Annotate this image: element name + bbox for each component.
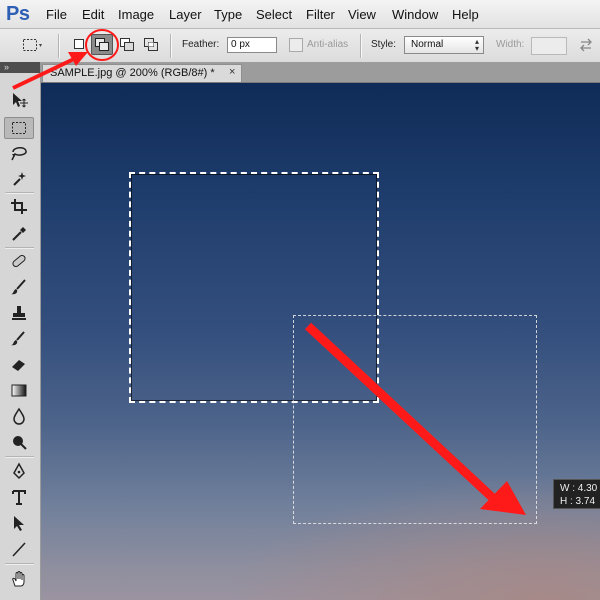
- type-tool[interactable]: [4, 486, 34, 508]
- new-selection-icon[interactable]: [72, 37, 86, 56]
- lasso-tool-icon: [11, 147, 27, 161]
- intersect-selection-icon[interactable]: [142, 36, 160, 57]
- document-tab-bar: SAMPLE.jpg @ 200% (RGB/8#) * ×: [40, 62, 600, 83]
- brush-tool[interactable]: [4, 276, 34, 298]
- separator: [170, 34, 172, 58]
- brush-icon: [11, 279, 26, 295]
- crop-tool[interactable]: [4, 195, 34, 217]
- toolbar-separator: [5, 563, 34, 565]
- blur-tool[interactable]: [4, 405, 34, 427]
- dimension-height: H : 3.74: [560, 496, 596, 507]
- line-tool[interactable]: [4, 538, 34, 560]
- eyedropper-icon: [12, 227, 26, 241]
- eraser-icon: [12, 360, 25, 371]
- menu-help[interactable]: Help: [452, 7, 479, 22]
- select-arrows-icon: ▴ ▾: [474, 37, 479, 53]
- move-tool-icon: [13, 93, 28, 108]
- antialias-checkbox[interactable]: [289, 38, 303, 52]
- style-select[interactable]: Normal ▴ ▾: [404, 36, 484, 54]
- menu-image[interactable]: Image: [118, 7, 154, 22]
- antialias-label: Anti-alias: [307, 39, 349, 50]
- eraser-tool[interactable]: [4, 353, 34, 375]
- close-tab-icon[interactable]: ×: [229, 66, 235, 78]
- tools-panel: »: [0, 62, 41, 600]
- tools-panel-collapse[interactable]: »: [0, 62, 40, 73]
- menu-select[interactable]: Select: [256, 7, 292, 22]
- style-label: Style:: [371, 39, 397, 50]
- lasso-tool[interactable]: [4, 142, 34, 164]
- pen-icon: [13, 462, 25, 480]
- photoshop-logo: Ps: [6, 3, 30, 25]
- width-input[interactable]: [531, 37, 567, 55]
- menu-type[interactable]: Type: [214, 7, 242, 22]
- separator: [58, 34, 60, 58]
- quick-select-icon: [13, 172, 26, 186]
- history-brush-icon: [11, 331, 25, 346]
- gradient-icon: [11, 384, 27, 397]
- add-to-selection-icon[interactable]: [91, 34, 113, 55]
- history-brush-tool[interactable]: [4, 327, 34, 349]
- clone-stamp-tool[interactable]: [4, 302, 34, 324]
- healing-brush-icon: [12, 254, 26, 268]
- stamp-icon: [12, 306, 26, 320]
- swap-icon[interactable]: [578, 37, 594, 58]
- feather-input[interactable]: 0 px: [227, 37, 277, 53]
- subtract-selection-icon[interactable]: [118, 36, 136, 57]
- dimension-readout: W : 4.30 H : 3.74: [553, 479, 600, 509]
- dodge-tool[interactable]: [4, 431, 34, 453]
- rectangular-marquee-tool[interactable]: [4, 117, 34, 139]
- move-tool[interactable]: [4, 89, 34, 111]
- marquee-tool-icon: [12, 122, 26, 134]
- gradient-tool[interactable]: [4, 379, 34, 401]
- toolbar-separator: [5, 456, 34, 458]
- new-selection-preview: [293, 315, 537, 524]
- line-icon: [12, 542, 26, 557]
- crop-tool-icon: [11, 199, 27, 214]
- path-selection-tool[interactable]: [4, 512, 34, 534]
- hand-icon: [12, 571, 25, 587]
- menu-file[interactable]: File: [46, 7, 67, 22]
- pen-tool[interactable]: [4, 460, 34, 482]
- menu-view[interactable]: View: [348, 7, 376, 22]
- toolbar-separator: [5, 192, 34, 194]
- separator: [360, 34, 362, 58]
- path-select-icon: [14, 516, 24, 531]
- quick-selection-tool[interactable]: [4, 168, 34, 190]
- healing-brush-tool[interactable]: [4, 250, 34, 272]
- document-tab[interactable]: SAMPLE.jpg @ 200% (RGB/8#) * ×: [42, 64, 242, 82]
- document-canvas[interactable]: W : 4.30 H : 3.74: [41, 83, 600, 600]
- dodge-icon: [13, 436, 27, 450]
- dimension-width: W : 4.30: [560, 483, 598, 494]
- toolbar-separator: [5, 247, 34, 249]
- marquee-tool-icon[interactable]: [22, 37, 44, 58]
- hand-tool[interactable]: [4, 568, 34, 590]
- menu-bar: Ps File Edit Image Layer Type Select Fil…: [0, 0, 600, 29]
- menu-layer[interactable]: Layer: [169, 7, 202, 22]
- width-label: Width:: [496, 39, 525, 50]
- type-icon: [12, 490, 26, 505]
- blur-icon: [13, 407, 25, 425]
- menu-window[interactable]: Window: [392, 7, 438, 22]
- feather-label: Feather:: [182, 39, 220, 50]
- style-select-value: Normal: [411, 39, 444, 50]
- menu-edit[interactable]: Edit: [82, 7, 104, 22]
- eyedropper-tool[interactable]: [4, 222, 34, 244]
- menu-filter[interactable]: Filter: [306, 7, 335, 22]
- document-tab-title: SAMPLE.jpg @ 200% (RGB/8#) *: [50, 67, 215, 79]
